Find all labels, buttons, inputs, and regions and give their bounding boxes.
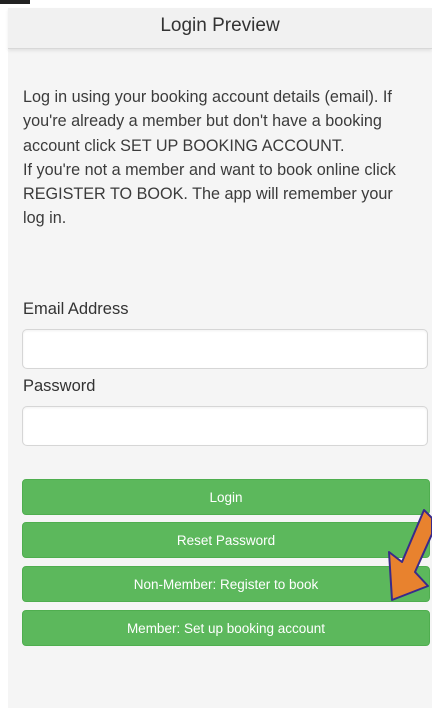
setup-booking-account-button[interactable]: Member: Set up booking account xyxy=(22,610,430,646)
intro-paragraph-2: If you're not a member and want to book … xyxy=(23,160,396,228)
top-tab-marker xyxy=(0,0,30,4)
reset-password-button[interactable]: Reset Password xyxy=(22,522,430,558)
header-bar: Login Preview xyxy=(8,8,432,49)
password-field[interactable] xyxy=(22,406,428,446)
intro-text: Log in using your booking account detail… xyxy=(23,85,413,231)
login-button[interactable]: Login xyxy=(22,479,430,515)
arrow-shape xyxy=(388,509,432,601)
intro-paragraph-1: Log in using your booking account detail… xyxy=(23,88,392,155)
email-label: Email Address xyxy=(23,300,129,318)
email-field[interactable] xyxy=(22,329,428,369)
page-title: Login Preview xyxy=(160,15,280,36)
password-label: Password xyxy=(23,377,96,395)
orange-arrow-icon xyxy=(388,509,432,601)
register-to-book-button[interactable]: Non-Member: Register to book xyxy=(22,566,430,602)
